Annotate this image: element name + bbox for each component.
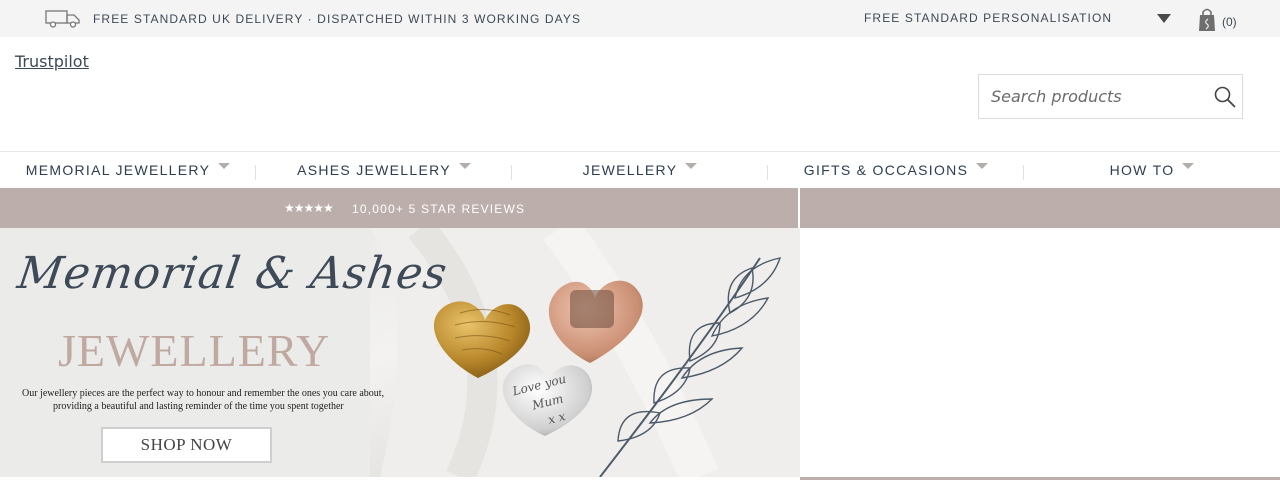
search-icon[interactable] [1213, 85, 1237, 109]
trustpilot-link[interactable]: Trustpilot [15, 52, 89, 71]
hero-description-line1: Our jewellery pieces are the perfect way… [22, 388, 385, 399]
hero-description-line2: providing a beautiful and lasting remind… [53, 401, 344, 412]
chevron-down-icon [685, 163, 698, 169]
main-navigation: MEMORIAL JEWELLERY ASHES JEWELLERY JEWEL… [0, 151, 1280, 188]
chevron-down-icon [976, 163, 989, 169]
chevron-down-icon [458, 163, 471, 169]
search-box [978, 74, 1243, 119]
personalisation-notice[interactable]: FREE STANDARD PERSONALISATION [864, 11, 1112, 25]
truck-icon [45, 10, 80, 28]
nav-item-label: ASHES JEWELLERY [297, 162, 451, 178]
nav-item-label: GIFTS & OCCASIONS [803, 162, 969, 178]
nav-item-label: HOW TO [1109, 162, 1175, 178]
nav-item-label: MEMORIAL JEWELLERY [25, 162, 211, 178]
reviews-text: 10,000+ 5 STAR REVIEWS [352, 202, 526, 216]
chevron-down-icon [1182, 163, 1195, 169]
nav-item-memorial-jewellery[interactable]: MEMORIAL JEWELLERY [0, 152, 256, 188]
hero-script-title: Memorial & Ashes [14, 248, 451, 299]
search-input[interactable] [979, 75, 1204, 118]
nav-item-label: JEWELLERY [582, 162, 678, 178]
nav-item-how-to[interactable]: HOW TO [1024, 152, 1280, 188]
star-rating-icon: ★★★★★ [284, 201, 334, 215]
secondary-banner [800, 188, 1280, 228]
nav-item-gifts-occasions[interactable]: GIFTS & OCCASIONS [768, 152, 1024, 188]
shop-now-button[interactable]: SHOP NOW [101, 427, 272, 463]
nav-item-jewellery[interactable]: JEWELLERY [512, 152, 768, 188]
chevron-down-icon[interactable] [1157, 14, 1171, 23]
hero-main-title: JEWELLERY [58, 325, 331, 376]
reviews-banner[interactable]: ★★★★★ 10,000+ 5 STAR REVIEWS [0, 188, 798, 228]
nav-item-ashes-jewellery[interactable]: ASHES JEWELLERY [256, 152, 512, 188]
shopping-bag-icon[interactable] [1197, 8, 1217, 32]
chevron-down-icon [218, 163, 231, 169]
bag-count[interactable]: (0) [1222, 15, 1237, 29]
hero-banner[interactable]: Memorial & Ashes JEWELLERY Our jewellery… [0, 228, 800, 477]
delivery-notice: FREE STANDARD UK DELIVERY · DISPATCHED W… [93, 12, 582, 26]
top-bar: FREE STANDARD UK DELIVERY · DISPATCHED W… [0, 0, 1280, 37]
